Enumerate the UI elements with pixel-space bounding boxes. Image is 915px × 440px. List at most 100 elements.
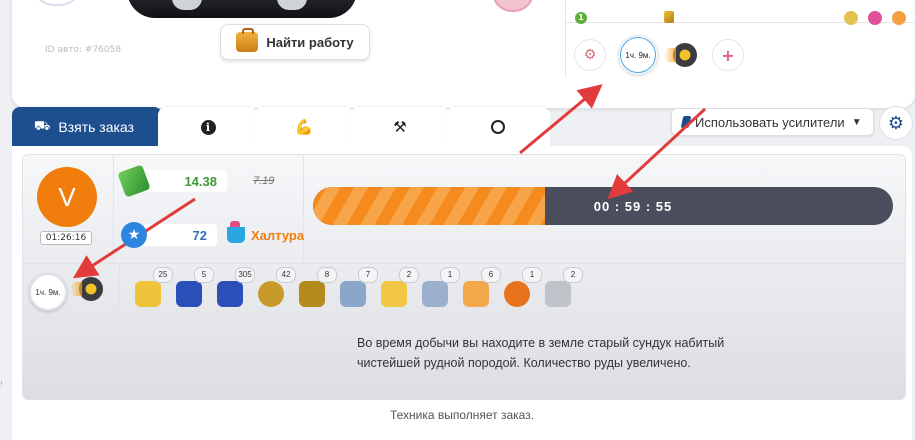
item-count-badge: 5 (194, 267, 214, 283)
inventory-item[interactable]: 7 (336, 267, 378, 319)
item-count-badge: 1 (522, 267, 542, 283)
inventory-item[interactable]: 42 (254, 267, 296, 319)
item-count-badge: 8 (317, 267, 337, 283)
tab-strength[interactable]: 💪 (254, 107, 354, 147)
exp-row: ★ 72 Халтура (121, 221, 304, 249)
inventory-item[interactable]: 5 (172, 267, 214, 319)
key-icon (664, 11, 674, 23)
event-description: Во время добычи вы находите в земле стар… (357, 336, 725, 370)
car-image (127, 0, 357, 18)
slot-timer[interactable]: 1ч. 9м. (618, 35, 658, 75)
money-value: 14.38 (137, 170, 227, 192)
bucket-icon (227, 221, 245, 243)
edge-marks: ⁝ (0, 380, 3, 390)
slot-settings[interactable]: ⚙ (574, 39, 606, 71)
tab-take-order-label: Взять заказ (58, 119, 134, 135)
plus-icon: + (721, 45, 735, 65)
tab-take-order[interactable]: ⛟ Взять заказ (12, 107, 162, 147)
fire-orb-icon (504, 281, 530, 307)
find-job-button[interactable]: Найти работу (220, 24, 370, 60)
inventory-item[interactable]: 2 (541, 267, 583, 319)
pencil-icon (463, 281, 489, 307)
driver-row: 1 (566, 0, 915, 25)
inventory-item[interactable]: 8 (295, 267, 337, 319)
inventory-item[interactable]: 1 (418, 267, 460, 319)
status-text: Техника выполняет заказ. (389, 408, 535, 422)
item-count-badge: 42 (276, 267, 296, 283)
order-progress-bar: 00 : 59 : 55 (313, 187, 893, 225)
info-icon: i (200, 119, 216, 135)
settings-button[interactable]: ⚙ (879, 106, 913, 140)
use-boosters-dropdown[interactable]: Использовать усилители ▼ (671, 108, 874, 136)
order-type: Халтура (251, 227, 305, 243)
booster-panel: 1 ⚙ 1ч. 9м. + (565, 0, 915, 78)
flaming-wheel-icon (664, 43, 697, 67)
tractor-icon: ⛟ (34, 118, 51, 133)
lock-icon (844, 11, 858, 25)
item-count-badge: 1 (440, 267, 460, 283)
inventory-item[interactable]: 6 (459, 267, 501, 319)
owner-avatar[interactable] (30, 0, 84, 6)
heart-icon (868, 11, 882, 25)
gear-icon: ⚙ (887, 112, 905, 134)
inventory-item[interactable]: 305 (213, 267, 255, 319)
silver-jar-icon (545, 281, 571, 307)
muscle-icon: 💪 (294, 118, 314, 136)
order-tabs: ⛟ Взять заказ i 💪 ⚒ (12, 107, 550, 147)
booster-wheel-slot[interactable] (70, 277, 103, 301)
speedometer-icon (491, 120, 505, 134)
items-row: 1ч. 9м. 25 5 305 42 8 7 2 1 6 1 2 (23, 263, 905, 323)
inventory-items: 25 5 305 42 8 7 2 1 6 1 2 (131, 267, 583, 319)
money-row: 14.38 7.19 (117, 164, 275, 198)
driver-avatar[interactable]: V (37, 167, 97, 227)
booster-time-slot[interactable]: 1ч. 9м. (29, 273, 67, 311)
add-booster-button[interactable]: + (712, 39, 744, 71)
jet-engine-icon (340, 281, 366, 307)
money-old-value: 7.19 (253, 175, 275, 187)
inventory-item[interactable]: 2 (377, 267, 419, 319)
order-card: V 01:26:16 14.38 7.19 ★ 72 Халтура 00 : … (22, 154, 906, 400)
driver-time: 01:26:16 (40, 231, 92, 245)
slot-time-label: 1ч. 9м. (620, 37, 656, 73)
tab-tools[interactable]: ⚒ (350, 107, 450, 147)
item-count-badge: 7 (358, 267, 378, 283)
item-count-badge: 2 (563, 267, 583, 283)
find-job-label: Найти работу (266, 34, 354, 50)
item-count-badge: 6 (481, 267, 501, 283)
experience-icon: ★ (121, 222, 147, 248)
order-timer: 00 : 59 : 55 (593, 198, 673, 214)
booster-icon (680, 116, 692, 128)
user-icon (892, 11, 906, 25)
reward-column: 14.38 7.19 ★ 72 Халтура (113, 155, 304, 264)
booster-slots-top: ⚙ 1ч. 9м. + (574, 35, 744, 75)
chevron-down-icon: ▼ (851, 116, 862, 128)
inventory-item[interactable]: 1 (500, 267, 542, 319)
order-panel: V 01:26:16 14.38 7.19 ★ 72 Халтура 00 : … (12, 146, 912, 440)
octagon-badge-icon (299, 281, 325, 307)
vehicle-card: ID авто: #76058 Найти работу 1 ⚙ 1ч. 9м.… (12, 0, 915, 108)
gear-icon: ⚙ (583, 47, 597, 63)
edit-badge-icon[interactable] (492, 0, 534, 12)
inventory-item[interactable]: 25 (131, 267, 173, 319)
item-count-badge: 305 (235, 267, 255, 283)
tools-icon: ⚒ (393, 118, 407, 136)
flaming-wheel-icon (70, 277, 103, 301)
gold-medal-icon (258, 281, 284, 307)
slot-wheel[interactable] (664, 40, 700, 70)
oil-cans-icon (217, 281, 243, 307)
item-count-badge: 2 (399, 267, 419, 283)
tab-info[interactable]: i (158, 107, 258, 147)
canister-icon (422, 281, 448, 307)
use-boosters-label: Использовать усилители (695, 114, 845, 130)
oil-can-icon (176, 281, 202, 307)
car-wash-icon (135, 281, 161, 307)
driver-column: V 01:26:16 (23, 155, 114, 264)
tab-speed[interactable] (446, 107, 550, 147)
active-boosters: 1ч. 9м. (23, 263, 120, 323)
suitcase-icon (236, 28, 259, 52)
item-count-badge: 25 (153, 267, 173, 283)
fuel-can-icon (381, 281, 407, 307)
exp-value: 72 (137, 224, 217, 246)
progress-column: 00 : 59 : 55 (303, 155, 905, 264)
car-id: ID авто: #76058 (45, 45, 122, 55)
